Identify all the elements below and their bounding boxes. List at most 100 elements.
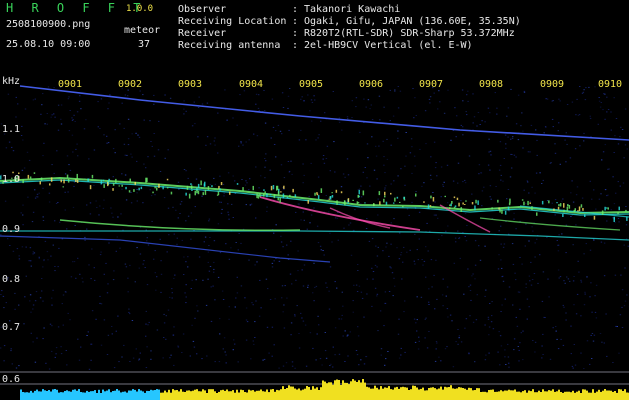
- noise-dot: [145, 323, 147, 325]
- power-bar-segment: [110, 392, 112, 400]
- noise-dot: [589, 363, 591, 365]
- noise-dot: [309, 222, 311, 224]
- signal-speckle: [186, 185, 189, 190]
- noise-dot: [428, 288, 430, 290]
- noise-dot: [121, 173, 123, 175]
- noise-dot: [86, 335, 88, 336]
- noise-dot: [20, 135, 23, 136]
- noise-dot: [129, 361, 131, 362]
- noise-dot: [424, 110, 427, 112]
- noise-dot: [445, 295, 447, 297]
- noise-dot: [360, 196, 363, 198]
- noise-dot: [300, 219, 302, 221]
- power-bar-segment: [402, 386, 404, 400]
- noise-dot: [53, 113, 55, 115]
- power-bar-segment: [336, 379, 338, 400]
- noise-dot: [288, 171, 290, 173]
- noise-dot: [213, 140, 215, 142]
- noise-dot: [121, 356, 123, 358]
- noise-dot: [557, 250, 560, 252]
- noise-dot: [329, 232, 331, 234]
- noise-dot: [207, 278, 209, 280]
- noise-dot: [291, 361, 294, 363]
- noise-dot: [371, 267, 373, 269]
- noise-dot: [522, 330, 524, 332]
- noise-dot: [32, 211, 35, 213]
- noise-dot: [209, 183, 211, 185]
- signal-speckle: [432, 197, 435, 202]
- noise-dot: [258, 315, 261, 317]
- signal-speckle: [40, 177, 43, 181]
- noise-dot: [185, 170, 187, 172]
- signal-speckle: [191, 189, 193, 191]
- signal-speckle: [204, 189, 207, 195]
- noise-dot: [334, 281, 336, 283]
- noise-dot: [129, 313, 131, 315]
- noise-dot: [458, 335, 461, 337]
- noise-dot: [154, 250, 156, 252]
- noise-dot: [64, 209, 66, 211]
- signal-speckle: [63, 179, 65, 184]
- noise-dot: [598, 198, 601, 200]
- noise-dot: [425, 246, 427, 248]
- noise-dot: [400, 354, 402, 356]
- noise-dot: [245, 319, 248, 321]
- noise-dot: [227, 211, 229, 213]
- noise-dot: [214, 299, 216, 301]
- power-bar-segment: [272, 389, 274, 400]
- noise-dot: [106, 135, 108, 137]
- noise-dot: [280, 164, 283, 166]
- noise-dot: [463, 293, 465, 295]
- noise-dot: [310, 99, 313, 101]
- noise-dot: [610, 111, 612, 113]
- signal-speckle: [202, 192, 204, 196]
- noise-dot: [240, 141, 242, 143]
- noise-dot: [198, 256, 201, 258]
- noise-dot: [414, 341, 417, 343]
- noise-dot: [171, 288, 173, 290]
- noise-dot: [495, 186, 497, 187]
- noise-dot: [408, 214, 410, 216]
- power-bar-segment: [548, 390, 550, 400]
- noise-dot: [403, 311, 405, 313]
- signal-speckle: [162, 186, 164, 190]
- noise-dot: [518, 349, 520, 351]
- noise-dot: [309, 110, 311, 112]
- power-bar-segment: [184, 392, 186, 400]
- power-bar-segment: [472, 390, 474, 400]
- noise-dot: [562, 304, 564, 306]
- power-bar-segment: [226, 389, 228, 400]
- power-bar-segment: [28, 392, 30, 400]
- noise-dot: [66, 228, 68, 230]
- noise-dot: [394, 89, 396, 91]
- power-bar-segment: [444, 386, 446, 400]
- noise-dot: [302, 211, 304, 213]
- noise-dot: [512, 136, 514, 137]
- power-bar-segment: [136, 391, 138, 400]
- power-bar-segment: [138, 389, 140, 400]
- noise-dot: [266, 206, 268, 208]
- power-bar-segment: [340, 385, 342, 400]
- noise-dot: [146, 237, 148, 239]
- noise-dot: [443, 181, 445, 183]
- noise-dot: [190, 238, 192, 240]
- noise-dot: [51, 114, 53, 116]
- power-bar-segment: [574, 392, 576, 400]
- signal-speckle: [399, 201, 401, 203]
- noise-dot: [606, 111, 608, 113]
- noise-dot: [301, 269, 303, 271]
- power-bar-segment: [524, 390, 526, 400]
- signal-speckle: [277, 191, 280, 196]
- noise-dot: [552, 100, 554, 102]
- noise-dot: [147, 324, 149, 326]
- noise-dot: [387, 351, 389, 352]
- noise-dot: [54, 356, 56, 358]
- noise-dot: [289, 273, 292, 275]
- noise-dot: [24, 296, 26, 298]
- noise-dot: [340, 186, 343, 188]
- noise-dot: [310, 162, 312, 164]
- noise-dot: [376, 255, 379, 257]
- signal-speckle: [396, 196, 399, 199]
- noise-dot: [529, 151, 531, 153]
- noise-dot: [569, 280, 571, 282]
